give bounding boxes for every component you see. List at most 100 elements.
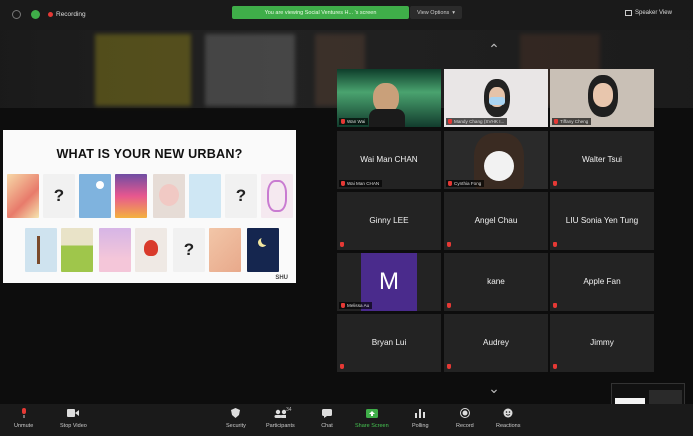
mic-muted-icon [340,242,344,247]
record-dot-icon [48,12,53,17]
participant-name: Ginny LEE [369,216,409,225]
participant-name: Angel Chau [474,216,518,225]
question-mark-card: ? [43,174,75,218]
stop-video-button[interactable]: Stop Video [60,408,87,429]
recording-label: Recording [56,11,86,18]
screen-share-banner: You are viewing Social Ventures H... 's … [232,6,409,19]
artwork-thumbnail [7,174,39,218]
artwork-thumbnail [135,228,167,272]
participant-name: Melissa Au [347,303,370,308]
participants-count: 34 [286,407,292,413]
share-screen-icon [365,408,378,418]
video-tile[interactable]: Mandy Chang (SVHK I... [444,69,548,127]
slide-logo: SHU [275,275,288,281]
participants-icon [274,408,287,418]
recording-indicator[interactable]: Recording [48,11,86,18]
participant-tile[interactable]: kane [444,253,548,311]
artwork-thumbnail [261,174,293,218]
participant-tile[interactable]: Ginny LEE [337,192,441,250]
slide-title: WHAT IS YOUR NEW URBAN? [56,147,243,161]
participant-name: Wan Wai [347,119,366,124]
scroll-down-chevron-icon[interactable]: ⌄ [486,381,502,395]
unmute-label: Unmute [14,423,34,429]
unmute-button[interactable]: Unmute [14,408,33,429]
mic-muted-icon [553,242,557,247]
participant-tile[interactable]: Bryan Lui [337,314,441,372]
mic-muted-icon [447,242,451,247]
artwork-thumbnail [247,228,279,272]
artwork-thumbnail [79,174,111,218]
mic-muted-icon [341,119,345,124]
view-options-label: View Options [416,9,450,16]
participant-name: Mandy Chang (SVHK I... [454,119,505,124]
reactions-button[interactable]: Reactions [496,408,520,429]
participant-tile[interactable]: Cynthia Fong [444,131,548,189]
meeting-top-bar: Recording You are viewing Social Venture… [0,0,693,30]
participant-tile[interactable]: Angel Chau [444,192,548,250]
mic-muted-icon [448,181,452,186]
mic-muted-icon [341,181,345,186]
security-button[interactable]: Security [226,408,246,429]
microphone-off-icon [18,408,30,418]
share-screen-label: Share Screen [355,423,389,429]
participant-name: Jimmy [590,338,614,347]
participants-label: Participants [266,423,295,429]
stop-video-label: Stop Video [60,423,87,429]
record-button[interactable]: Record [456,408,474,429]
speaker-view-icon [625,10,632,16]
polling-button[interactable]: Polling [412,408,429,429]
polling-label: Polling [412,423,429,429]
artwork-thumbnail [25,228,57,272]
participant-name: Wai Man CHAN [360,155,418,164]
shield-icon [230,408,242,418]
artwork-thumbnail [153,174,185,218]
artwork-thumbnail [115,174,147,218]
participant-name-tag: Melissa Au [339,302,373,309]
mic-muted-icon [553,364,557,369]
participant-tile[interactable]: Wai Man CHAN Wai Man CHAN [337,131,441,189]
mic-muted-icon [553,181,557,186]
chat-button[interactable]: Chat [321,408,333,429]
video-camera-icon [67,408,80,418]
participant-name: kane [487,277,505,286]
question-mark-card: ? [173,228,205,272]
participant-tile[interactable]: Apple Fan [550,253,654,311]
question-mark-card: ? [225,174,257,218]
video-tile[interactable]: Tiffany Cheng [550,69,654,127]
chevron-down-icon: ▾ [452,9,456,16]
scroll-up-chevron-icon[interactable]: ⌃ [486,42,502,56]
mic-muted-icon [447,364,451,369]
view-options-button[interactable]: View Options ▾ [410,6,462,19]
artwork-thumbnail [99,228,131,272]
participant-tile[interactable]: Audrey [444,314,548,372]
security-shield-icon[interactable] [31,10,40,19]
participant-tile[interactable]: M Melissa Au [337,253,441,311]
speaker-view-button[interactable]: Speaker View [625,10,672,16]
chat-bubble-icon [321,408,333,418]
chat-label: Chat [321,423,333,429]
mic-muted-icon [553,303,557,308]
participant-tile[interactable]: LIU Sonia Yen Tung [550,192,654,250]
participant-name: Wai Man CHAN [347,181,380,186]
artwork-thumbnail [189,174,221,218]
share-screen-button[interactable]: Share Screen [355,408,389,429]
video-tile[interactable]: Wan Wai [337,69,441,127]
smiley-plus-icon [502,408,514,418]
participant-name: Bryan Lui [371,338,407,347]
record-icon [459,408,471,418]
participant-tile[interactable]: Jimmy [550,314,654,372]
backdrop-shape [205,34,295,106]
artwork-thumbnail [61,228,93,272]
mic-muted-icon [448,119,452,124]
artwork-thumbnail [209,228,241,272]
participant-name: LIU Sonia Yen Tung [565,216,639,225]
record-label: Record [456,423,474,429]
participant-tile[interactable]: Walter Tsui [550,131,654,189]
speaker-view-label: Speaker View [635,10,672,16]
participant-name: Cynthia Fong [454,181,482,186]
reactions-label: Reactions [496,423,521,429]
participants-button[interactable]: 34 Participants [266,407,295,429]
mic-muted-icon [447,303,451,308]
participant-name: Walter Tsui [581,155,623,164]
info-icon[interactable] [12,10,21,19]
